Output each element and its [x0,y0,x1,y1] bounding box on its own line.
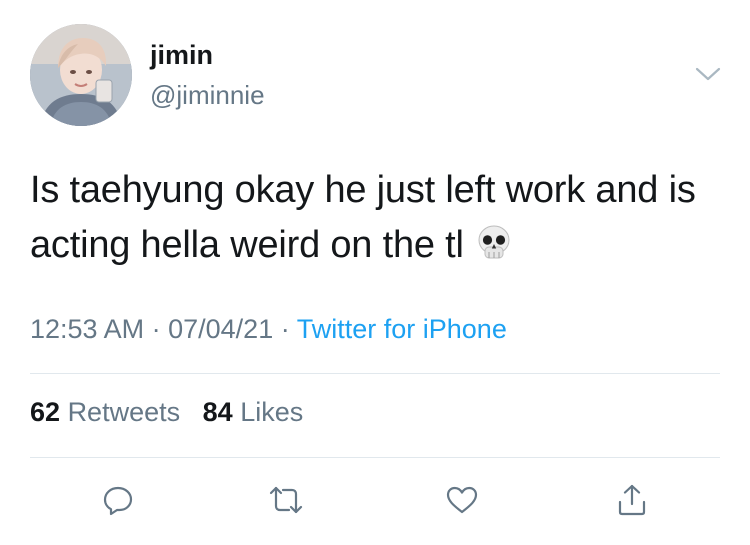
skull-emoji-icon [474,223,514,263]
heart-icon [446,486,478,514]
tweet-text: Is taehyung okay he just left work and i… [30,163,720,273]
meta-separator: · [280,314,290,344]
chevron-down-icon [695,67,721,81]
retweet-icon [269,486,303,514]
tweet-meta: 12:53 AM · 07/04/21 · Twitter for iPhone [30,314,507,345]
likes-label: Likes [240,397,304,427]
reply-icon [103,486,133,516]
meta-separator: · [151,314,161,344]
retweets-stat[interactable]: 62 Retweets [30,397,180,427]
reply-button[interactable] [96,480,140,520]
avatar[interactable] [30,24,132,126]
tweet-body: Is taehyung okay he just left work and i… [30,169,696,266]
tweet-source-link[interactable]: Twitter for iPhone [297,314,507,344]
tweet-date: 07/04/21 [168,314,274,344]
tweet-time: 12:53 AM [30,314,145,344]
user-handle[interactable]: @jiminnie [150,80,265,111]
display-name[interactable]: jimin [150,40,213,71]
likes-stat[interactable]: 84 Likes [203,397,304,427]
likes-count: 84 [202,397,233,427]
divider [30,457,720,458]
more-options-button[interactable] [694,64,722,84]
avatar-photo-icon [30,24,132,126]
share-icon [618,484,646,516]
action-bar [0,480,750,520]
share-button[interactable] [610,480,654,520]
retweet-button[interactable] [264,480,308,520]
retweets-count: 62 [30,397,61,427]
divider [30,373,720,374]
tweet-stats: 62 Retweets 84 Likes [30,397,303,428]
retweets-label: Retweets [67,397,181,427]
like-button[interactable] [440,480,484,520]
